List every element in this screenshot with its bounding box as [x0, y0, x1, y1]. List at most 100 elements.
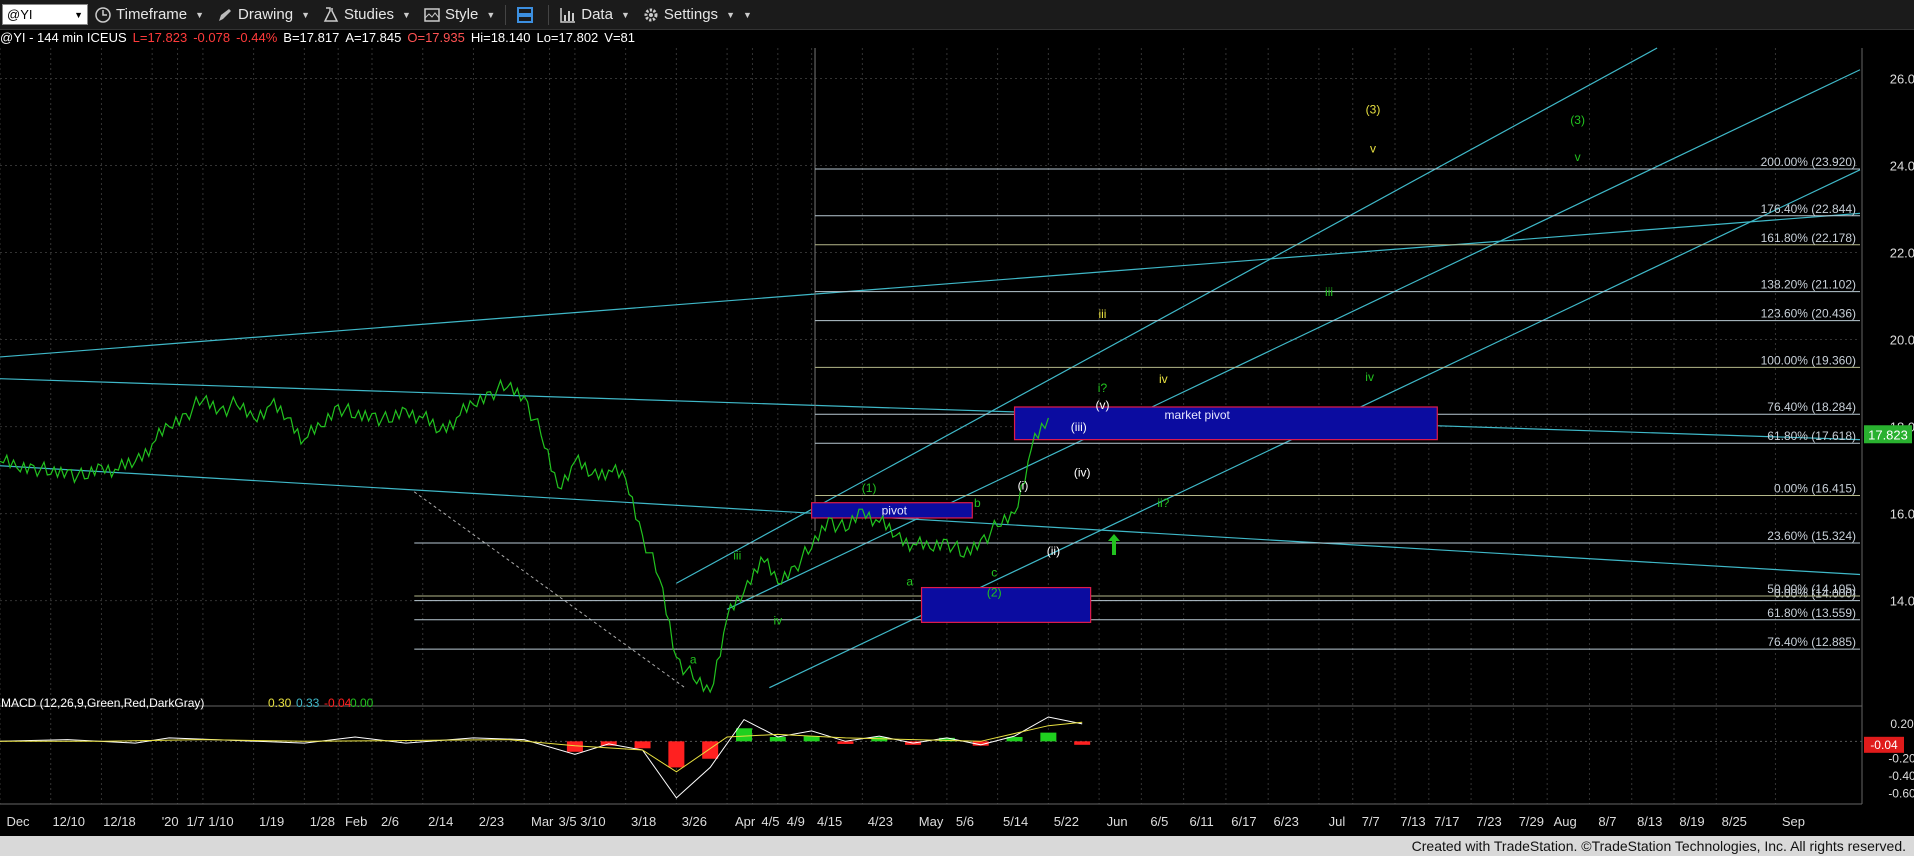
caret-icon: ▼ [301, 9, 310, 20]
wave-label: a [906, 574, 913, 588]
x-axis-tick-label: 5/6 [956, 814, 974, 829]
x-axis-tick-label: 2/6 [381, 814, 399, 829]
settings-label: Settings [663, 6, 719, 23]
fib-level-label: 61.80% (13.559) [1767, 606, 1856, 620]
data-icon [560, 7, 576, 23]
y-axis-tick-label: 16.00 [1890, 507, 1914, 522]
wave-label: iii [1325, 285, 1333, 299]
volume: V=81 [604, 30, 636, 45]
x-axis-tick-label: 6/5 [1150, 814, 1168, 829]
x-axis-tick-label: 4/23 [868, 814, 893, 829]
wave-label: (3) [1366, 102, 1381, 116]
studies-icon [323, 6, 339, 22]
percent-change: -0.44% [236, 30, 278, 45]
macd-axis-tick-label: 0.20 [1890, 717, 1914, 731]
last-price-label: 17.823 [1868, 427, 1908, 442]
y-axis-tick-label: 22.00 [1890, 246, 1914, 261]
x-axis-tick-label: Feb [345, 814, 367, 829]
x-axis-tick-label: Jun [1107, 814, 1128, 829]
x-axis-tick-label: 4/15 [817, 814, 842, 829]
macd-legend-value: 0.00 [350, 696, 374, 710]
zone-label: market pivot [1165, 408, 1231, 422]
wave-label: iv [773, 614, 782, 628]
x-axis-tick-label: 5/22 [1054, 814, 1079, 829]
wave-label: a [690, 653, 697, 667]
gear-icon [644, 8, 658, 21]
drawing-menu[interactable]: Drawing ▼ [210, 0, 316, 29]
fib-level-label: 138.20% (21.102) [1761, 278, 1856, 292]
macd-histogram-bar [634, 741, 651, 749]
low-price: Lo=17.802 [536, 30, 599, 45]
fib-level-label: 100.00% (19.360) [1761, 353, 1856, 367]
macd-axis-tick-label: -0.20 [1888, 752, 1914, 766]
ask-price: A=17.845 [345, 30, 402, 45]
x-axis-tick-label: 3/10 [580, 814, 605, 829]
style-icon [424, 7, 440, 22]
wave-label: iv [1159, 372, 1168, 386]
timeframe-label: Timeframe [116, 6, 188, 23]
x-axis-tick-label: 1/19 [259, 814, 284, 829]
zone-label: pivot [882, 504, 908, 518]
wave-label: ii? [1157, 496, 1169, 510]
style-menu[interactable]: Style ▼ [417, 0, 501, 29]
x-axis-tick-label: '20 [162, 814, 179, 829]
wave-label: v [1370, 141, 1376, 155]
studies-label: Studies [344, 6, 395, 23]
data-menu[interactable]: Data ▼ [553, 0, 636, 29]
caret-icon: ▼ [726, 9, 735, 20]
x-axis-tick-label: Apr [735, 814, 756, 829]
x-axis-tick-label: 12/18 [103, 814, 136, 829]
caret-icon: ▼ [195, 9, 205, 20]
settings-menu[interactable]: Settings ▼ ▼ [636, 0, 758, 29]
net-change: -0.078 [193, 30, 231, 45]
toolbar: @YI ▼ Timeframe ▼ Drawing ▼ Studies ▼ Style… [0, 0, 1914, 30]
caret-icon: ▼ [402, 9, 411, 20]
wave-label: (iii) [1071, 420, 1087, 434]
wave-label: (ii) [1047, 544, 1060, 558]
wave-label: iii [733, 548, 741, 562]
y-axis-tick-label: 24.00 [1890, 158, 1914, 173]
wave-label: (1) [862, 481, 877, 495]
x-axis-tick-label: 3/5 [559, 814, 577, 829]
x-axis-tick-label: Mar [531, 814, 554, 829]
macd-axis-tick-label: -0.40 [1888, 769, 1914, 783]
open-price: O=17.935 [407, 30, 465, 45]
price-chart[interactable]: 200.00% (23.920) 176.40% (22.844) 161.80% … [0, 0, 1914, 856]
wave-label: (i) [1018, 479, 1029, 493]
macd-histogram-bar [1074, 741, 1091, 745]
caret-icon: ▼ [620, 9, 630, 20]
data-label: Data [581, 6, 613, 23]
x-axis-tick-label: 8/25 [1722, 814, 1747, 829]
x-axis-tick-label: 2/23 [479, 814, 504, 829]
timeframe-menu[interactable]: Timeframe ▼ [88, 0, 210, 29]
style-label: Style [444, 6, 479, 23]
high-price: Hi=18.140 [470, 30, 531, 45]
target-zone [920, 586, 1092, 623]
macd-histogram-bar [1040, 732, 1057, 742]
x-axis-tick-label: May [919, 814, 944, 829]
x-axis-tick-label: 12/10 [52, 814, 85, 829]
x-axis-tick-label: 4/9 [787, 814, 805, 829]
studies-menu[interactable]: Studies ▼ [316, 0, 417, 29]
last-price: L=17.823 [132, 30, 188, 45]
x-axis-tick-label: 7/7 [1362, 814, 1380, 829]
x-axis-tick-label: 5/14 [1003, 814, 1028, 829]
layout-icon [517, 6, 534, 23]
y-axis-tick-label: 20.00 [1890, 333, 1914, 348]
macd-legend-value: 0.33 [296, 696, 320, 710]
wave-label: v [1575, 150, 1581, 164]
fib-level-label: 176.40% (22.844) [1761, 202, 1856, 216]
symbol-value: @YI [7, 7, 33, 22]
macd-histogram-bar [769, 736, 786, 742]
fib-level-label: 0.00% (16.415) [1774, 482, 1856, 496]
macd-axis-tick-label: -0.60 [1888, 787, 1914, 801]
drawing-label: Drawing [238, 6, 294, 23]
fib-level-label: 161.80% (22.178) [1761, 231, 1856, 245]
chart-background [0, 48, 1914, 836]
x-axis-tick-label: 7/23 [1476, 814, 1501, 829]
symbol-selector[interactable]: @YI ▼ [2, 4, 88, 25]
x-axis-tick-label: 3/18 [631, 814, 656, 829]
x-axis-tick-label: Sep [1782, 814, 1805, 829]
layout-button[interactable] [510, 0, 544, 29]
x-axis-tick-label: Aug [1554, 814, 1577, 829]
